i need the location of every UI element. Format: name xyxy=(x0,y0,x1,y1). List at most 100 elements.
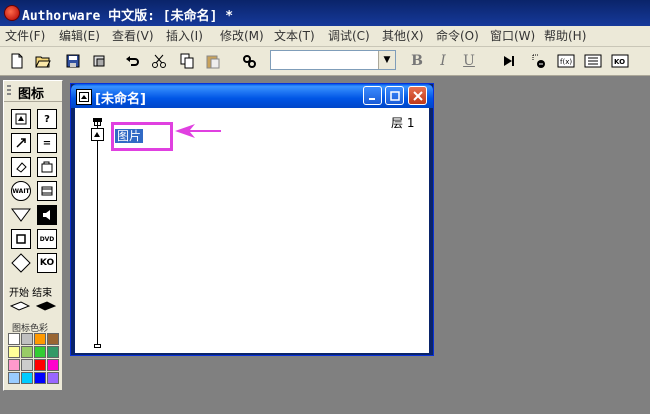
knowledge-objects-icon: KO xyxy=(611,54,629,68)
menu-command[interactable]: 命令(O) xyxy=(436,28,479,44)
erase-icon[interactable] xyxy=(11,157,31,177)
menu-modify[interactable]: 修改(M) xyxy=(220,28,264,44)
save-button[interactable] xyxy=(62,50,84,72)
functions-button[interactable]: f(x) xyxy=(555,50,577,72)
italic-button[interactable]: I xyxy=(434,52,452,70)
knowledge-objects-button[interactable]: KO xyxy=(609,50,631,72)
menu-debug[interactable]: 调试(C) xyxy=(328,28,370,44)
undo-button[interactable] xyxy=(122,50,144,72)
minimize-button[interactable] xyxy=(363,86,382,105)
color-swatch[interactable] xyxy=(21,372,33,384)
icon-palette-title: 图标 xyxy=(18,87,45,102)
color-swatch[interactable] xyxy=(34,346,46,358)
dropdown-arrow-icon[interactable]: ▼ xyxy=(378,51,395,69)
highlight-box xyxy=(111,122,173,151)
cut-button[interactable] xyxy=(148,50,170,72)
color-swatch[interactable] xyxy=(8,346,20,358)
close-icon xyxy=(412,90,423,101)
menu-view[interactable]: 查看(V) xyxy=(112,28,154,44)
app-titlebar: Authorware 中文版: [未命名] * xyxy=(0,0,650,26)
open-file-button[interactable] xyxy=(32,50,54,72)
sound-icon[interactable] xyxy=(37,205,57,225)
grip-icon[interactable] xyxy=(7,85,11,97)
framework-icon[interactable] xyxy=(11,229,31,249)
flowline-window: [未命名] 层 1 图片 xyxy=(70,83,434,356)
minimize-icon xyxy=(368,97,375,100)
color-swatch[interactable] xyxy=(47,346,59,358)
display-icon[interactable] xyxy=(11,109,31,129)
menu-other[interactable]: 其他(X) xyxy=(382,28,424,44)
bold-button[interactable]: B xyxy=(408,52,426,70)
color-swatch[interactable] xyxy=(34,359,46,371)
color-swatch[interactable] xyxy=(47,333,59,345)
find-button[interactable] xyxy=(238,50,260,72)
undo-icon xyxy=(126,56,139,66)
color-swatch[interactable] xyxy=(8,359,20,371)
flowline-window-titlebar[interactable]: [未命名] xyxy=(71,84,433,108)
scissors-icon xyxy=(152,54,166,68)
color-swatch[interactable] xyxy=(47,359,59,371)
navigate-icon[interactable] xyxy=(11,205,31,225)
flowline xyxy=(97,120,98,345)
map-icon[interactable] xyxy=(37,157,57,177)
color-swatch[interactable] xyxy=(47,372,59,384)
annotation-arrow-icon xyxy=(175,124,221,138)
calculation-icon[interactable]: = xyxy=(37,133,57,153)
flow-display-icon[interactable] xyxy=(91,128,104,141)
paste-button[interactable] xyxy=(202,50,224,72)
copy-button[interactable] xyxy=(176,50,198,72)
color-swatch[interactable] xyxy=(21,333,33,345)
menu-edit[interactable]: 编辑(E) xyxy=(59,28,100,44)
flowline-start-handle xyxy=(94,122,101,126)
interaction-icon[interactable]: ? xyxy=(37,109,57,129)
control-panel-button[interactable] xyxy=(528,50,550,72)
variables-button[interactable] xyxy=(582,50,604,72)
flags-label: 开始 结束 xyxy=(9,288,53,299)
font-select[interactable]: ▼ xyxy=(270,50,396,70)
new-file-button[interactable] xyxy=(6,50,28,72)
color-swatch[interactable] xyxy=(34,372,46,384)
svg-text:KO: KO xyxy=(614,58,625,66)
copy-icon xyxy=(180,53,194,69)
functions-icon: f(x) xyxy=(557,54,575,68)
svg-text:f(x): f(x) xyxy=(560,58,572,66)
color-swatch[interactable] xyxy=(21,359,33,371)
icon-palette-header[interactable]: 图标 xyxy=(4,81,62,102)
color-swatch[interactable] xyxy=(8,333,20,345)
menu-bar: 文件(F) 编辑(E) 查看(V) 插入(I) 修改(M) 文本(T) 调试(C… xyxy=(0,26,650,47)
icon-palette: 图标 ? = WAIT DVD KO 开始 结束 图标色彩 xyxy=(3,80,63,391)
variables-icon xyxy=(584,54,602,68)
find-icon xyxy=(243,55,256,68)
maximize-button[interactable] xyxy=(385,86,404,105)
app-title: Authorware 中文版: [未命名] * xyxy=(22,9,234,24)
import-button[interactable] xyxy=(88,50,110,72)
decision-icon[interactable] xyxy=(11,253,31,273)
menu-window[interactable]: 窗口(W) xyxy=(490,28,535,44)
start-flag-icon[interactable] xyxy=(9,300,31,315)
motion-icon[interactable] xyxy=(11,133,31,153)
import-icon xyxy=(93,55,105,67)
underline-button[interactable]: U xyxy=(460,52,478,70)
color-swatch[interactable] xyxy=(21,346,33,358)
dvd-icon[interactable]: DVD xyxy=(37,229,57,249)
authorware-app-icon[interactable] xyxy=(4,5,20,21)
color-swatch[interactable] xyxy=(34,333,46,345)
stop-flag-icon[interactable] xyxy=(35,300,57,315)
knowledge-object-icon[interactable]: KO xyxy=(37,253,57,273)
menu-insert[interactable]: 插入(I) xyxy=(166,28,203,44)
save-icon xyxy=(66,54,80,68)
menu-text[interactable]: 文本(T) xyxy=(274,28,315,44)
menu-file[interactable]: 文件(F) xyxy=(5,28,45,44)
run-button[interactable] xyxy=(497,50,519,72)
digital-movie-icon[interactable] xyxy=(37,181,57,201)
level-indicator: 层 1 xyxy=(391,116,415,130)
flowline-canvas[interactable]: 层 1 图片 xyxy=(75,108,429,353)
maximize-icon xyxy=(389,90,400,101)
wait-icon[interactable]: WAIT xyxy=(11,181,31,201)
flowline-end-marker xyxy=(94,344,101,348)
new-file-icon xyxy=(11,53,23,69)
color-swatch[interactable] xyxy=(8,372,20,384)
flowline-window-title: [未命名] xyxy=(95,92,146,107)
close-button[interactable] xyxy=(408,86,427,105)
menu-help[interactable]: 帮助(H) xyxy=(544,28,586,44)
